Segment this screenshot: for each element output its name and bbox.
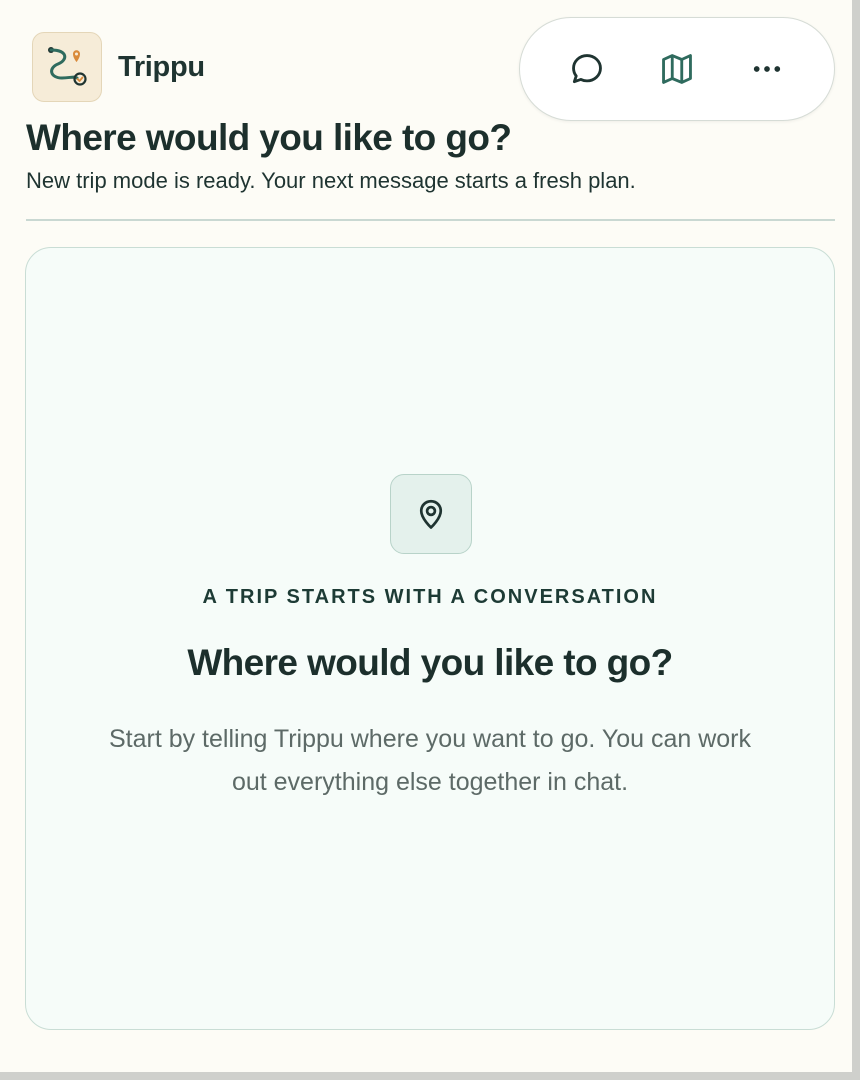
empty-state-description: Start by telling Trippu where you want t… bbox=[26, 718, 834, 804]
trippu-logo bbox=[32, 32, 102, 102]
chat-bubble-icon bbox=[572, 54, 602, 84]
brand: Trippu bbox=[32, 32, 205, 102]
empty-state-card: A TRIP STARTS WITH A CONVERSATION Where … bbox=[25, 247, 835, 1030]
chat-button[interactable] bbox=[559, 41, 615, 97]
map-icon bbox=[662, 54, 692, 84]
app-name: Trippu bbox=[118, 50, 205, 83]
vertical-scrollbar[interactable] bbox=[852, 0, 860, 1072]
route-logo-icon bbox=[48, 47, 87, 86]
description-line: Start by telling Trippu where you want t… bbox=[108, 725, 752, 753]
app-page: Trippu Where would you like to go? New t… bbox=[0, 0, 852, 1072]
map-pin-badge bbox=[390, 474, 472, 554]
header-divider bbox=[26, 219, 835, 221]
map-button[interactable] bbox=[649, 41, 705, 97]
empty-state-title: Where would you like to go? bbox=[187, 642, 673, 683]
page-subtitle: New trip mode is ready. Your next messag… bbox=[26, 168, 636, 193]
map-pin-icon bbox=[419, 499, 443, 529]
empty-state-eyebrow: A TRIP STARTS WITH A CONVERSATION bbox=[202, 586, 658, 608]
more-horizontal-icon bbox=[753, 66, 781, 72]
top-toolbar bbox=[519, 17, 835, 121]
more-options-button[interactable] bbox=[739, 41, 795, 97]
page-title: Where would you like to go? bbox=[26, 117, 512, 158]
description-line: out everything else together in chat. bbox=[231, 768, 629, 796]
